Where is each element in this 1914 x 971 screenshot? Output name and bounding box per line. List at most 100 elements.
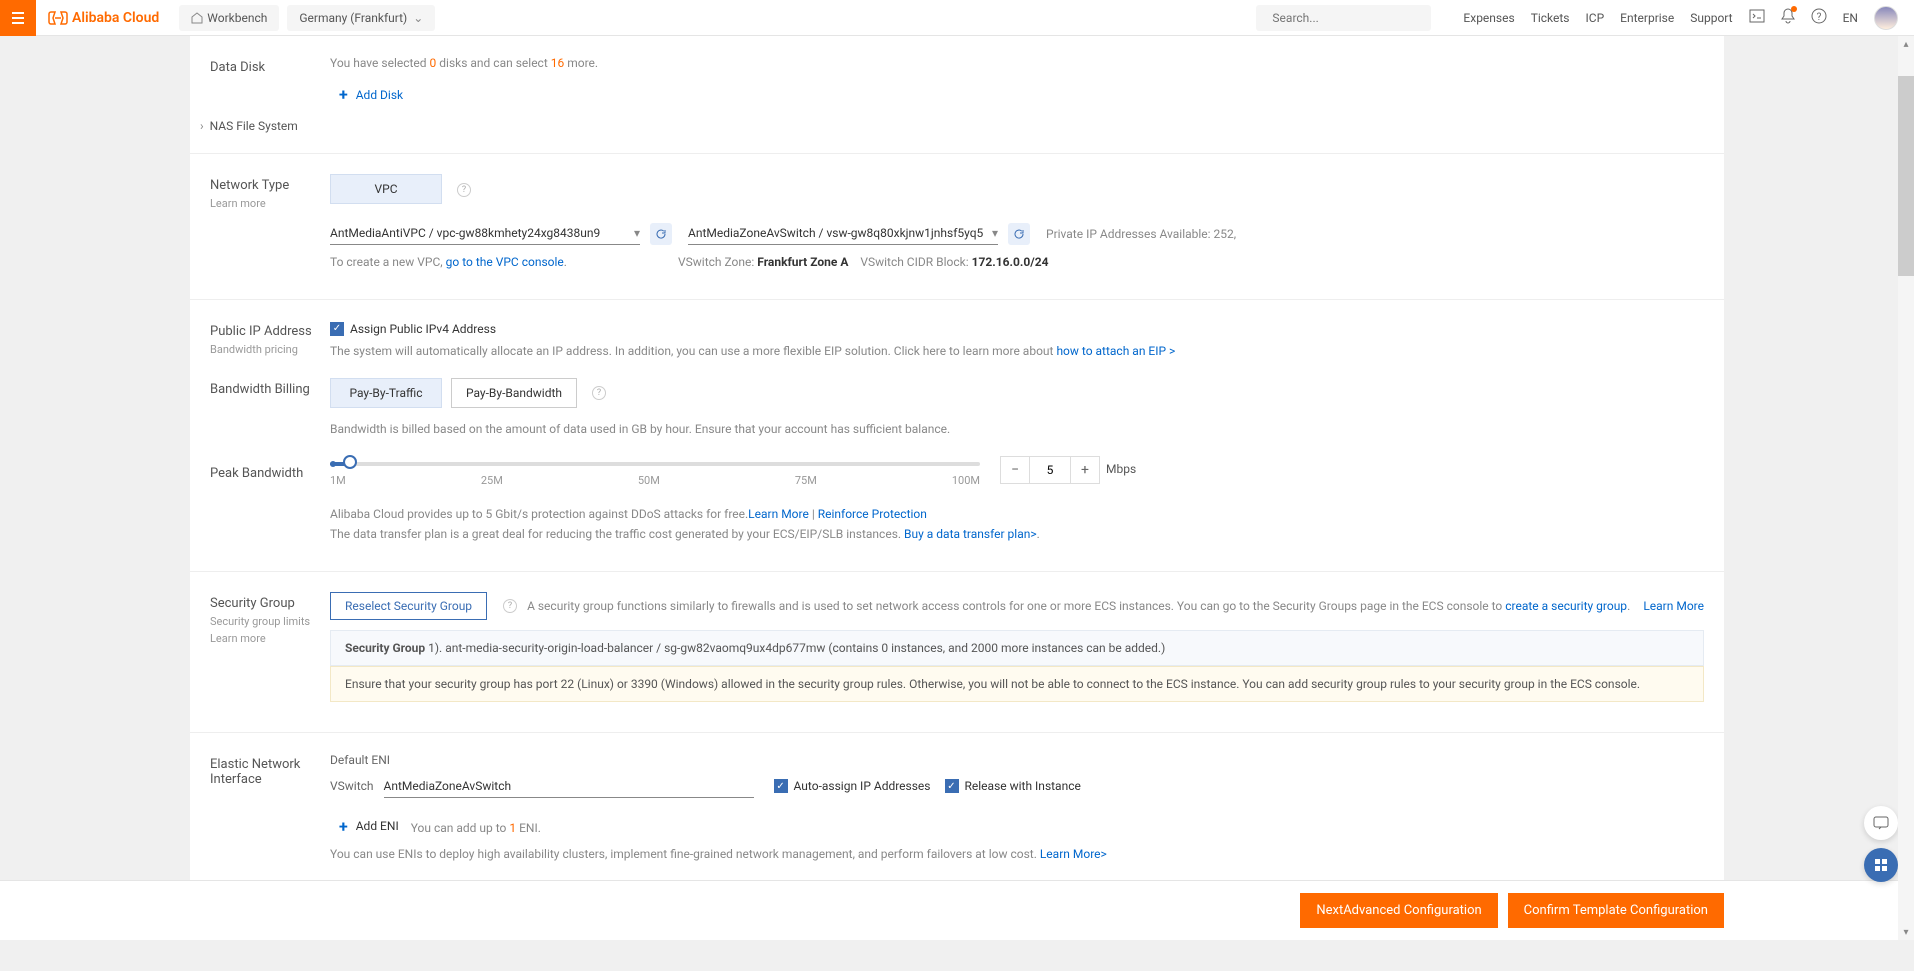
security-group-label: Security Group Security group limits Lea… bbox=[210, 592, 330, 645]
public-ip-desc: The system will automatically allocate a… bbox=[330, 344, 1704, 358]
auto-assign-ip-checkbox[interactable]: ✓ Auto-assign IP Addresses bbox=[774, 779, 931, 793]
network-learn-more[interactable]: Learn more bbox=[210, 197, 330, 210]
create-vpc-text: To create a new VPC, go to the VPC conso… bbox=[330, 255, 678, 269]
assign-public-ip-label: Assign Public IPv4 Address bbox=[350, 322, 496, 336]
vpc-select[interactable]: AntMediaAntiVPC / vpc-gw88kmhety24xg8438… bbox=[330, 222, 640, 245]
nas-expand[interactable]: › NAS File System bbox=[200, 119, 1704, 133]
disk-count-text: You have selected 0 disks and can select… bbox=[330, 56, 598, 70]
add-disk-label: Add Disk bbox=[356, 88, 403, 102]
sg-limits-sub[interactable]: Security group limits bbox=[210, 615, 330, 628]
apps-fab[interactable] bbox=[1864, 848, 1898, 882]
nav-support[interactable]: Support bbox=[1690, 11, 1732, 25]
reinforce-link[interactable]: Reinforce Protection bbox=[818, 507, 927, 521]
data-plan-link[interactable]: Buy a data transfer plan> bbox=[904, 527, 1037, 541]
top-header: Alibaba Cloud Workbench Germany (Frankfu… bbox=[0, 0, 1914, 36]
data-disk-label: Data Disk bbox=[210, 56, 330, 75]
billing-note: Bandwidth is billed based on the amount … bbox=[330, 422, 1704, 436]
eni-learn-link[interactable]: Learn More> bbox=[1040, 847, 1107, 861]
assign-public-ip-checkbox[interactable]: ✓ Assign Public IPv4 Address bbox=[330, 322, 496, 336]
pay-by-bandwidth-option[interactable]: Pay-By-Bandwidth bbox=[451, 378, 577, 408]
checkbox-checked-icon: ✓ bbox=[774, 779, 788, 793]
add-disk-button[interactable]: + Add Disk bbox=[330, 80, 412, 109]
scrollbar-thumb[interactable] bbox=[1898, 76, 1914, 276]
bandwidth-stepper: − + bbox=[1000, 456, 1100, 484]
nav-expenses[interactable]: Expenses bbox=[1463, 11, 1514, 25]
bandwidth-pricing-sub[interactable]: Bandwidth pricing bbox=[210, 343, 330, 356]
refresh-vpc-button[interactable] bbox=[650, 223, 672, 245]
nav-enterprise[interactable]: Enterprise bbox=[1620, 11, 1674, 25]
default-eni-label: Default ENI bbox=[330, 753, 1704, 767]
scrollbar[interactable]: ▴ ▾ bbox=[1898, 36, 1914, 940]
nav-icp[interactable]: ICP bbox=[1586, 11, 1605, 25]
search-box[interactable] bbox=[1256, 5, 1431, 31]
vpc-select-value: AntMediaAntiVPC / vpc-gw88kmhety24xg8438… bbox=[330, 226, 600, 240]
workbench-label: Workbench bbox=[207, 11, 267, 25]
search-input[interactable] bbox=[1272, 11, 1428, 25]
sg-desc: A security group functions similarly to … bbox=[527, 599, 1631, 613]
help-icon[interactable]: ? bbox=[457, 183, 471, 197]
bell-icon[interactable] bbox=[1781, 8, 1795, 27]
vpc-console-link[interactable]: go to the VPC console bbox=[446, 255, 564, 269]
stepper-plus-button[interactable]: + bbox=[1071, 457, 1099, 483]
pay-by-traffic-option[interactable]: Pay-By-Traffic bbox=[330, 378, 442, 408]
brand-logo[interactable]: Alibaba Cloud bbox=[36, 10, 171, 26]
language-switch[interactable]: EN bbox=[1843, 11, 1858, 25]
plus-icon: + bbox=[339, 817, 348, 836]
vswitch-select-value: AntMediaZoneAvSwitch / vsw-gw8q80xkjnw1j… bbox=[688, 226, 983, 240]
add-eni-label: Add ENI bbox=[356, 819, 399, 833]
vpc-option[interactable]: VPC bbox=[330, 174, 442, 204]
scroll-down-icon[interactable]: ▾ bbox=[1898, 924, 1914, 940]
eni-vswitch-field[interactable]: AntMediaZoneAvSwitch bbox=[384, 775, 754, 798]
sg-learn-sub[interactable]: Learn more bbox=[210, 632, 330, 645]
scroll-up-icon[interactable]: ▴ bbox=[1898, 36, 1914, 52]
slider-knob[interactable] bbox=[343, 455, 357, 469]
nas-label: NAS File System bbox=[210, 119, 298, 133]
auto-assign-label: Auto-assign IP Addresses bbox=[794, 779, 931, 793]
create-sg-link[interactable]: create a security group bbox=[1505, 599, 1627, 613]
refresh-vswitch-button[interactable] bbox=[1008, 223, 1030, 245]
sg-learn-link[interactable]: Learn More bbox=[1643, 599, 1704, 613]
bandwidth-input[interactable] bbox=[1029, 457, 1071, 483]
chevron-down-icon: ▾ bbox=[992, 226, 998, 240]
user-avatar[interactable] bbox=[1874, 6, 1898, 30]
notification-dot bbox=[1791, 6, 1797, 12]
vswitch-zone-text: VSwitch Zone: Frankfurt Zone A VSwitch C… bbox=[678, 255, 1048, 269]
vswitch-label: VSwitch bbox=[330, 779, 374, 793]
region-selector[interactable]: Germany (Frankfurt) ⌄ bbox=[287, 5, 435, 31]
release-with-instance-checkbox[interactable]: ✓ Release with Instance bbox=[945, 779, 1081, 793]
peak-bandwidth-label: Peak Bandwidth bbox=[210, 462, 330, 481]
reselect-sg-button[interactable]: Reselect Security Group bbox=[330, 592, 487, 620]
release-label: Release with Instance bbox=[965, 779, 1081, 793]
eni-label: Elastic NetworkInterface bbox=[210, 753, 330, 787]
next-button[interactable]: NextAdvanced Configuration bbox=[1300, 893, 1497, 928]
nav-tickets[interactable]: Tickets bbox=[1531, 11, 1570, 25]
bandwidth-billing-label: Bandwidth Billing bbox=[210, 378, 330, 397]
svg-text:?: ? bbox=[1816, 12, 1821, 23]
help-icon[interactable]: ? bbox=[503, 599, 517, 613]
footer-bar: NextAdvanced Configuration Confirm Templ… bbox=[0, 880, 1914, 940]
network-type-label: Network Type Learn more bbox=[210, 174, 330, 210]
help-icon[interactable]: ? bbox=[592, 386, 606, 400]
ddos-learn-link[interactable]: Learn More bbox=[748, 507, 809, 521]
eni-note: You can use ENIs to deploy high availabi… bbox=[330, 847, 1704, 861]
public-ip-label: Public IP Address Bandwidth pricing bbox=[210, 320, 330, 356]
help-icon[interactable]: ? bbox=[1811, 8, 1827, 27]
workbench-button[interactable]: Workbench bbox=[179, 5, 279, 31]
chat-fab[interactable] bbox=[1864, 806, 1898, 840]
terminal-icon[interactable] bbox=[1749, 9, 1765, 26]
ddos-text: Alibaba Cloud provides up to 5 Gbit/s pr… bbox=[330, 507, 1704, 541]
vswitch-select[interactable]: AntMediaZoneAvSwitch / vsw-gw8q80xkjnw1j… bbox=[688, 222, 998, 245]
chevron-down-icon: ⌄ bbox=[413, 11, 423, 25]
bandwidth-slider[interactable]: 1M 25M 50M 75M 100M bbox=[330, 462, 980, 487]
brand-name: Alibaba Cloud bbox=[72, 10, 159, 26]
hamburger-menu-icon[interactable] bbox=[0, 0, 36, 36]
region-label: Germany (Frankfurt) bbox=[299, 11, 407, 25]
confirm-button[interactable]: Confirm Template Configuration bbox=[1508, 893, 1724, 928]
add-eni-desc: You can add up to 1 ENI. bbox=[411, 821, 541, 835]
add-eni-button[interactable]: + Add ENI bbox=[330, 812, 408, 841]
eip-link[interactable]: how to attach an EIP > bbox=[1056, 344, 1175, 358]
private-ip-count: Private IP Addresses Available: 252, bbox=[1046, 227, 1236, 241]
stepper-minus-button[interactable]: − bbox=[1001, 457, 1029, 483]
checkbox-checked-icon: ✓ bbox=[330, 322, 344, 336]
chevron-right-icon: › bbox=[200, 119, 204, 133]
